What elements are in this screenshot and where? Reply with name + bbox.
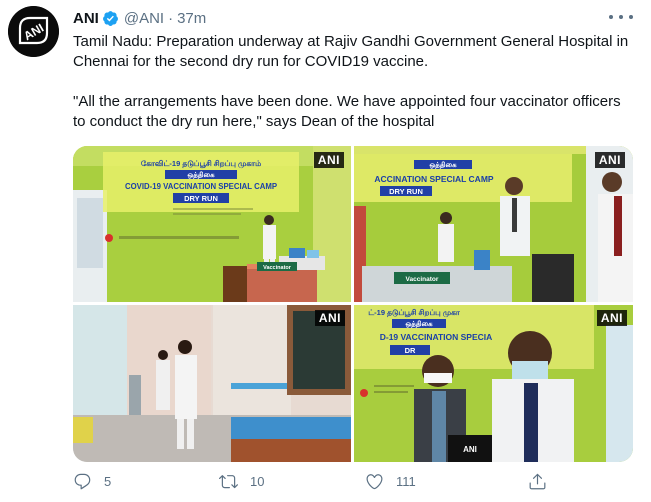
reply-button[interactable]: 5: [73, 472, 111, 491]
share-icon: [529, 473, 546, 490]
ani-watermark: ANI: [594, 152, 625, 168]
banner-line-rehearsal: ஒத்திகை: [405, 321, 433, 329]
tweet-paragraph-2: "All the arrangements have been done. We…: [73, 93, 621, 130]
media-grid: கோவிட்-19 தடுப்பூசி சிறப்பு முகாம் ஒத்தி…: [73, 146, 633, 462]
author-name[interactable]: ANI: [73, 10, 99, 27]
banner-line-rehearsal: ஒத்திகை: [187, 172, 215, 180]
desk-sign-text: Vaccinator: [406, 276, 439, 283]
action-bar: 5 10 111: [73, 472, 553, 496]
media-photo-1[interactable]: கோவிட்-19 தடுப்பூசி சிறப்பு முகாம் ஒத்தி…: [73, 146, 351, 302]
banner-line-english: D-19 VACCINATION SPECIA: [380, 332, 493, 342]
more-options-icon[interactable]: [609, 10, 633, 24]
banner-line-tamil: ட்-19 தடுப்பூசி சிறப்பு முகா: [368, 308, 461, 318]
author-handle[interactable]: @ANI: [124, 10, 164, 27]
retweet-button[interactable]: 10: [219, 472, 264, 491]
banner-line-rehearsal: ஒத்திகை: [429, 162, 457, 170]
banner-line-dry-run: DRY RUN: [389, 187, 423, 196]
ani-watermark: ANI: [314, 310, 345, 326]
banner-line-dry-run: DR: [405, 346, 416, 355]
ani-watermark: ANI: [596, 310, 627, 326]
retweet-count: 10: [250, 474, 265, 489]
ani-logo-icon: ANI: [8, 6, 59, 57]
banner-line-dry-run: DRY RUN: [184, 194, 218, 203]
desk-sign-text: Vaccinator: [263, 265, 292, 271]
media-photo-2[interactable]: ஒத்திகை ACCINATION SPECIAL CAMP DRY RUN: [354, 146, 633, 302]
tweet-header: ANI @ANI · 37m: [73, 8, 206, 28]
retweet-icon: [219, 475, 238, 489]
mic-label-text: ANI: [463, 445, 477, 454]
tweet-text: Tamil Nadu: Preparation underway at Raji…: [73, 32, 633, 132]
tweet[interactable]: ANI ANI @ANI · 37m Tamil Nadu: Preparati…: [0, 0, 651, 502]
separator-dot: ·: [168, 9, 174, 27]
share-button[interactable]: [528, 472, 547, 491]
reply-count: 5: [104, 474, 112, 489]
verified-badge-icon: [102, 10, 119, 27]
like-button[interactable]: 111: [365, 472, 416, 491]
author-avatar[interactable]: ANI: [8, 6, 59, 57]
like-count: 111: [396, 474, 416, 489]
tweet-timestamp[interactable]: 37m: [177, 10, 206, 27]
tweet-paragraph-1: Tamil Nadu: Preparation underway at Raji…: [73, 33, 629, 70]
media-photo-4[interactable]: ட்-19 தடுப்பூசி சிறப்பு முகா ஒத்திகை D-1…: [354, 305, 633, 462]
media-photo-3[interactable]: ANI: [73, 305, 351, 462]
banner-line-english: ACCINATION SPECIAL CAMP: [374, 174, 493, 184]
reply-icon: [74, 473, 91, 490]
banner-line-tamil: கோவிட்-19 தடுப்பூசி சிறப்பு முகாம்: [141, 159, 262, 169]
ani-watermark: ANI: [313, 152, 344, 168]
banner-line-english: COVID-19 VACCINATION SPECIAL CAMP: [125, 182, 277, 191]
heart-icon: [366, 474, 383, 490]
